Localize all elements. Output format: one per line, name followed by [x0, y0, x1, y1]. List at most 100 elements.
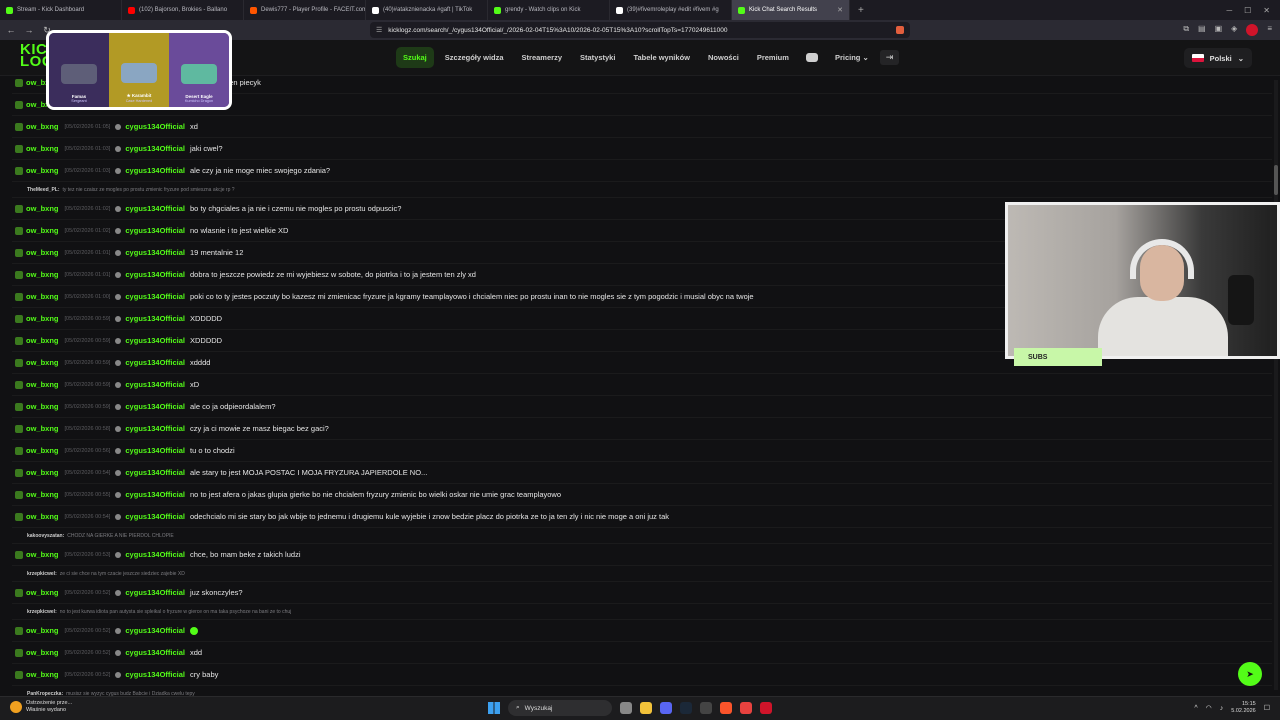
chat-username[interactable]: ow_bxng	[15, 314, 59, 323]
steam-icon[interactable]	[680, 702, 692, 714]
maximize-icon[interactable]: ☐	[1244, 6, 1251, 15]
chat-target-user[interactable]: cygus134Official	[125, 380, 185, 389]
reply-username[interactable]: krzepkicwel:	[27, 609, 57, 615]
chat-username[interactable]: ow_bxng	[15, 550, 59, 559]
chat-target-user[interactable]: cygus134Official	[125, 424, 185, 433]
chat-target-user[interactable]: cygus134Official	[125, 402, 185, 411]
volume-icon[interactable]: ♪	[1220, 705, 1224, 712]
chat-username[interactable]: ow_bxng	[15, 648, 59, 657]
chat-username[interactable]: ow_bxng	[15, 380, 59, 389]
scrollbar-thumb[interactable]	[1274, 165, 1278, 195]
discord-icon[interactable]	[805, 53, 818, 62]
chat-username[interactable]: ow_bxng	[15, 424, 59, 433]
browser-tab[interactable]: grendy - Watch clips on Kick	[488, 0, 610, 20]
taskbar-search[interactable]: ⌕ Wyszukaj	[508, 700, 612, 716]
windows-start-icon[interactable]	[488, 702, 500, 714]
chat-target-user[interactable]: cygus134Official	[125, 248, 185, 257]
extensions-icon[interactable]: ⧉	[1183, 24, 1189, 36]
wallet-icon[interactable]: ▣	[1215, 24, 1223, 36]
chat-username[interactable]: ow_bxng	[15, 292, 59, 301]
chat-target-user[interactable]: cygus134Official	[125, 166, 185, 175]
chat-target-user[interactable]: cygus134Official	[125, 270, 185, 279]
recorder-icon[interactable]	[760, 702, 772, 714]
browser-tab[interactable]: (40)#atakznienacka #gaft | TikTok	[366, 0, 488, 20]
chat-target-user[interactable]: cygus134Official	[125, 550, 185, 559]
clock[interactable]: 15:15 5.02.2026	[1231, 701, 1255, 715]
chat-username[interactable]: ow_bxng	[15, 402, 59, 411]
nav-news[interactable]: Nowości	[701, 47, 746, 68]
close-window-icon[interactable]: ✕	[1263, 6, 1270, 15]
browser-tab[interactable]: Kick Chat Search Results ✕	[732, 0, 850, 20]
chat-target-user[interactable]: cygus134Official	[125, 336, 185, 345]
file-explorer-icon[interactable]	[640, 702, 652, 714]
nav-viewer-details[interactable]: Szczegóły widza	[438, 47, 511, 68]
chat-target-user[interactable]: cygus134Official	[125, 144, 185, 153]
chat-username[interactable]: ow_bxng	[15, 490, 59, 499]
weather-widget[interactable]: Ostrzeżenie prze... Właśnie wydano	[10, 700, 72, 714]
discord-app-icon[interactable]	[660, 702, 672, 714]
login-icon[interactable]: ⇥	[879, 50, 900, 65]
back-icon[interactable]: ←	[4, 25, 18, 35]
chat-username[interactable]: ow_bxng	[15, 588, 59, 597]
minimize-icon[interactable]: ─	[1226, 6, 1232, 15]
chat-username[interactable]: ow_bxng	[15, 358, 59, 367]
vpn-icon[interactable]: ◈	[1231, 24, 1237, 36]
brave-shield-icon[interactable]	[896, 26, 904, 34]
task-view-icon[interactable]	[620, 702, 632, 714]
chat-username[interactable]: ow_bxng	[15, 122, 59, 131]
notifications-icon[interactable]: ☐	[1264, 704, 1270, 712]
chat-target-user[interactable]: cygus134Official	[125, 512, 185, 521]
chat-target-user[interactable]: cygus134Official	[125, 626, 185, 635]
chat-target-user[interactable]: cygus134Official	[125, 468, 185, 477]
chat-username[interactable]: ow_bxng	[15, 248, 59, 257]
url-field[interactable]: ☰ kicklogz.com/search/_/cygus134Official…	[370, 22, 910, 38]
obs-icon[interactable]	[740, 702, 752, 714]
chat-target-user[interactable]: cygus134Official	[125, 226, 185, 235]
reply-username[interactable]: TheMeed_PL:	[27, 187, 60, 193]
nav-statistics[interactable]: Statystyki	[573, 47, 622, 68]
nav-pricing[interactable]: Pricing ⌄	[828, 47, 876, 68]
chat-username[interactable]: ow_bxng	[15, 512, 59, 521]
chat-target-user[interactable]: cygus134Official	[125, 314, 185, 323]
sidebar-icon[interactable]: ▤	[1198, 24, 1206, 36]
nav-search[interactable]: Szukaj	[396, 47, 434, 68]
chat-username[interactable]: ow_bxng	[15, 144, 59, 153]
chat-username[interactable]: ow_bxng	[15, 336, 59, 345]
language-selector[interactable]: Polski ⌄	[1183, 48, 1252, 68]
site-info-icon[interactable]: ☰	[376, 26, 382, 34]
url-text[interactable]: kicklogz.com/search/_/cygus134Official/_…	[388, 27, 727, 34]
chat-target-user[interactable]: cygus134Official	[125, 122, 185, 131]
brave-browser-icon[interactable]	[720, 702, 732, 714]
nav-leaderboards[interactable]: Tabele wyników	[626, 47, 697, 68]
chat-target-user[interactable]: cygus134Official	[125, 588, 185, 597]
chat-target-user[interactable]: cygus134Official	[125, 648, 185, 657]
chat-username[interactable]: ow_bxng	[15, 626, 59, 635]
chat-username[interactable]: ow_bxng	[15, 446, 59, 455]
chat-target-user[interactable]: cygus134Official	[125, 670, 185, 679]
chat-username[interactable]: ow_bxng	[15, 468, 59, 477]
xbox-icon[interactable]	[700, 702, 712, 714]
tray-chevron-icon[interactable]: ^	[1194, 705, 1197, 712]
chat-target-user[interactable]: cygus134Official	[125, 292, 185, 301]
chat-username[interactable]: ow_bxng	[15, 226, 59, 235]
chat-target-user[interactable]: cygus134Official	[125, 204, 185, 213]
browser-tab[interactable]: (102) Bajorson, Brokies - Ballano	[122, 0, 244, 20]
browser-tab[interactable]: Stream - Kick Dashboard	[0, 0, 122, 20]
chat-username[interactable]: ow_bxng	[15, 270, 59, 279]
close-tab-icon[interactable]: ✕	[837, 6, 843, 14]
reply-username[interactable]: krzepkicwel:	[27, 571, 57, 577]
reply-username[interactable]: kakoovyszatan:	[27, 533, 64, 539]
menu-icon[interactable]: ≡	[1267, 24, 1272, 36]
browser-tab[interactable]: Dewis777 - Player Profile - FACEIT.com	[244, 0, 366, 20]
recording-icon[interactable]	[1246, 24, 1259, 36]
nav-streamers[interactable]: Streamerzy	[515, 47, 569, 68]
chat-target-user[interactable]: cygus134Official	[125, 490, 185, 499]
share-button[interactable]: ➤	[1238, 662, 1262, 686]
forward-icon[interactable]: →	[22, 25, 36, 35]
new-tab-button[interactable]: +	[850, 5, 872, 16]
wifi-icon[interactable]: ◠	[1206, 704, 1212, 712]
nav-premium[interactable]: Premium	[750, 47, 796, 68]
chat-username[interactable]: ow_bxng	[15, 166, 59, 175]
chat-target-user[interactable]: cygus134Official	[125, 446, 185, 455]
browser-tab[interactable]: (39)#fivemroleplay #edit #fivem #g	[610, 0, 732, 20]
